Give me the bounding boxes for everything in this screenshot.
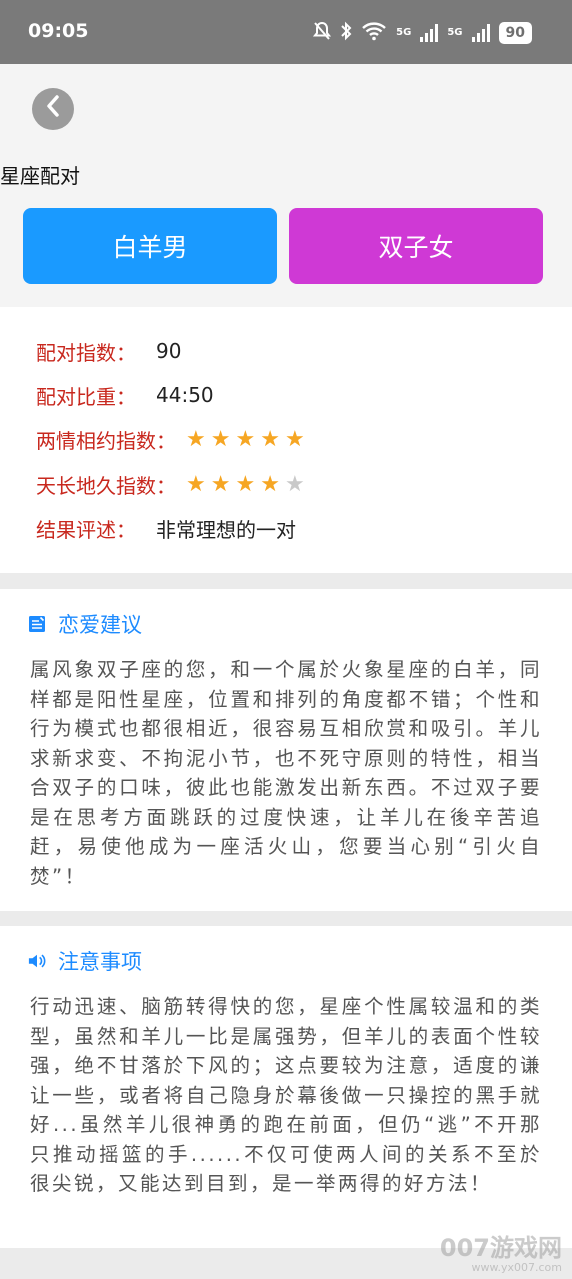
star-filled-icon: ★ [284,426,305,452]
star-filled-icon: ★ [210,471,231,497]
lasting-index-stars: ★ ★ ★ ★ ★ [186,472,305,497]
love-advice-text: 属风象双子座的您，和一个属於火象星座的白羊，同样都是阳性星座，位置和排列的角度都… [30,658,542,888]
score-label: 配对指数： [36,340,136,365]
star-filled-icon: ★ [186,471,206,497]
female-sign-button[interactable]: 双子女 [289,208,543,284]
note-edit-icon [28,615,46,633]
star-filled-icon: ★ [235,471,256,497]
love-index-label: 两情相约指数： [36,428,176,453]
status-bar: 09:05 5G 5G 90 [0,0,572,64]
score-value: 90 [156,339,182,363]
back-button[interactable] [32,88,74,130]
lasting-index-label: 天长地久指数： [36,473,176,498]
male-sign-button[interactable]: 白羊男 [23,208,277,284]
bluetooth-icon [340,21,352,46]
signal-icon [471,24,490,42]
notes-card: 注意事项 行动迅速、脑筋转得快的您，星座个性属较温和的类型，虽然和羊儿一比是属强… [0,926,572,1248]
chevron-left-icon [45,95,61,123]
love-advice-header: 恋爱建议 [28,609,142,639]
star-filled-icon: ★ [260,471,280,497]
star-filled-icon: ★ [260,426,280,452]
page-title: 星座配对 [0,164,80,188]
ratio-label: 配对比重： [36,384,136,409]
love-advice-card: 恋爱建议 属风象双子座的您，和一个属於火象星座的白羊，同样都是阳性星座，位置和排… [0,589,572,911]
notes-title: 注意事项 [58,950,142,974]
ratio-value: 44:50 [156,383,214,407]
score-row: 配对指数： 90 [36,335,181,367]
status-icons: 5G 5G 90 [313,20,532,46]
speaker-icon [28,952,46,970]
wifi-icon [361,21,387,46]
watermark-main: 007游戏网 [439,1234,562,1262]
lasting-index-row: 天长地久指数： ★ ★ ★ ★ ★ [36,468,305,500]
love-index-row: 两情相约指数： ★ ★ ★ ★ ★ [36,423,305,455]
summary-label: 结果评述： [36,517,136,542]
star-filled-icon: ★ [186,426,206,452]
love-index-stars: ★ ★ ★ ★ ★ [186,427,305,452]
bell-muted-icon [313,21,332,46]
watermark-sub: www.yx007.com [471,1261,562,1274]
love-advice-title: 恋爱建议 [58,613,142,637]
battery-icon: 90 [498,22,532,44]
result-card: 配对指数： 90 配对比重： 44:50 两情相约指数： ★ ★ ★ ★ ★ 天长地久指… [0,307,572,573]
header: 星座配对 白羊男 双子女 [0,64,572,307]
summary-row: 结果评述： 非常理想的一对 [36,512,296,544]
star-filled-icon: ★ [210,426,231,452]
status-time: 09:05 [28,20,89,42]
signal-icon [420,24,439,42]
notes-text: 行动迅速、脑筋转得快的您，星座个性属较温和的类型，虽然和羊儿一比是属强势，但羊儿… [30,995,542,1195]
star-empty-icon: ★ [284,471,305,497]
summary-value: 非常理想的一对 [156,517,296,542]
notes-header: 注意事项 [28,946,142,976]
network-type-1: 5G [396,27,412,38]
ratio-row: 配对比重： 44:50 [36,379,214,411]
star-filled-icon: ★ [235,426,256,452]
network-type-2: 5G [447,27,463,38]
watermark-logo: 007游戏网 www.yx007.com [440,1236,562,1273]
